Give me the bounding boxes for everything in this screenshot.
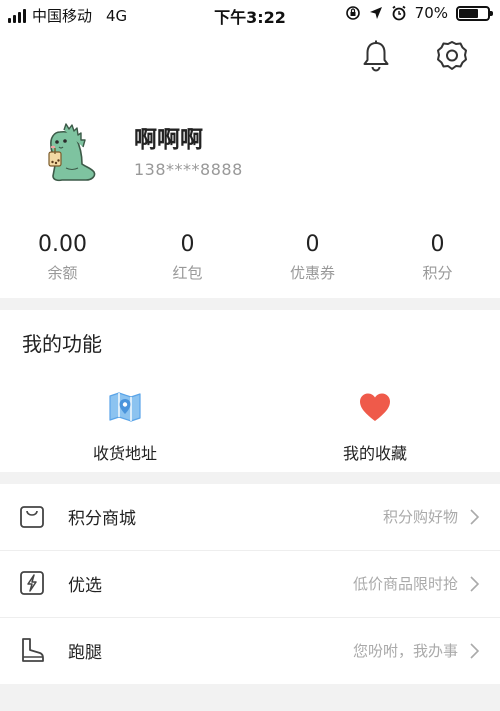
chevron-right-icon <box>470 643 480 659</box>
section-divider <box>0 684 500 711</box>
stat-value: 0 <box>430 232 445 257</box>
stat-value: 0.00 <box>38 232 87 257</box>
stat-label: 优惠券 <box>289 264 335 282</box>
heart-icon <box>360 393 390 421</box>
stat-points[interactable]: 0 积分 <box>375 230 500 283</box>
stat-label: 红包 <box>172 264 203 282</box>
location-arrow-icon <box>369 7 382 19</box>
stat-coupons[interactable]: 0 优惠券 <box>250 230 375 283</box>
settings-gear-icon[interactable] <box>434 38 470 74</box>
stat-balance[interactable]: 0.00 余额 <box>0 230 125 283</box>
user-name: 啊啊啊 <box>134 127 203 153</box>
menu-item-hint: 您吩咐，我办事 <box>352 642 458 660</box>
menu-list: 积分商城 积分购好物 优选 低价商品限时抢 跑腿 您吩咐，我办事 <box>0 484 500 684</box>
functions-section-title: 我的功能 <box>22 332 102 356</box>
green-dinosaur-avatar[interactable] <box>36 118 108 190</box>
alarm-icon <box>392 5 406 21</box>
menu-item-label: 积分商城 <box>68 509 136 529</box>
section-divider <box>0 472 500 484</box>
user-phone: 138****8888 <box>134 160 243 179</box>
battery-percentage: 70% <box>414 4 448 22</box>
chevron-right-icon <box>470 576 480 592</box>
functions-grid: 收货地址 我的收藏 <box>0 388 500 464</box>
orientation-lock-icon <box>345 6 360 20</box>
menu-item-hint: 低价商品限时抢 <box>352 575 458 593</box>
shopping-bag-icon <box>20 506 44 528</box>
func-my-favorites[interactable]: 我的收藏 <box>250 388 500 464</box>
menu-item-label: 跑腿 <box>68 643 102 663</box>
stat-label: 积分 <box>422 264 453 282</box>
boot-icon <box>22 638 44 662</box>
menu-item-hint: 积分购好物 <box>382 508 458 526</box>
stat-label: 余额 <box>47 264 78 282</box>
map-pin-icon <box>109 392 141 422</box>
status-bar: 中国移动 4G 下午3:22 70% <box>0 0 500 30</box>
stat-red-packet[interactable]: 0 红包 <box>125 230 250 283</box>
header-actions <box>358 38 470 74</box>
menu-item-points-mall[interactable]: 积分商城 积分购好物 <box>0 484 500 551</box>
menu-item-errand[interactable]: 跑腿 您吩咐，我办事 <box>0 618 500 684</box>
menu-item-label: 优选 <box>68 576 102 596</box>
lightning-icon <box>20 571 44 595</box>
func-label: 我的收藏 <box>342 444 407 463</box>
user-profile[interactable]: 啊啊啊 138****8888 <box>36 118 242 190</box>
stat-value: 0 <box>180 232 195 257</box>
stat-value: 0 <box>305 232 320 257</box>
account-stats: 0.00 余额 0 红包 0 优惠券 0 积分 <box>0 230 500 283</box>
bell-icon[interactable] <box>358 38 394 74</box>
func-label: 收货地址 <box>92 444 157 463</box>
battery-icon <box>456 5 493 21</box>
func-shipping-address[interactable]: 收货地址 <box>0 388 250 464</box>
chevron-right-icon <box>470 509 480 525</box>
section-divider <box>0 298 500 310</box>
menu-item-preferred[interactable]: 优选 低价商品限时抢 <box>0 551 500 618</box>
